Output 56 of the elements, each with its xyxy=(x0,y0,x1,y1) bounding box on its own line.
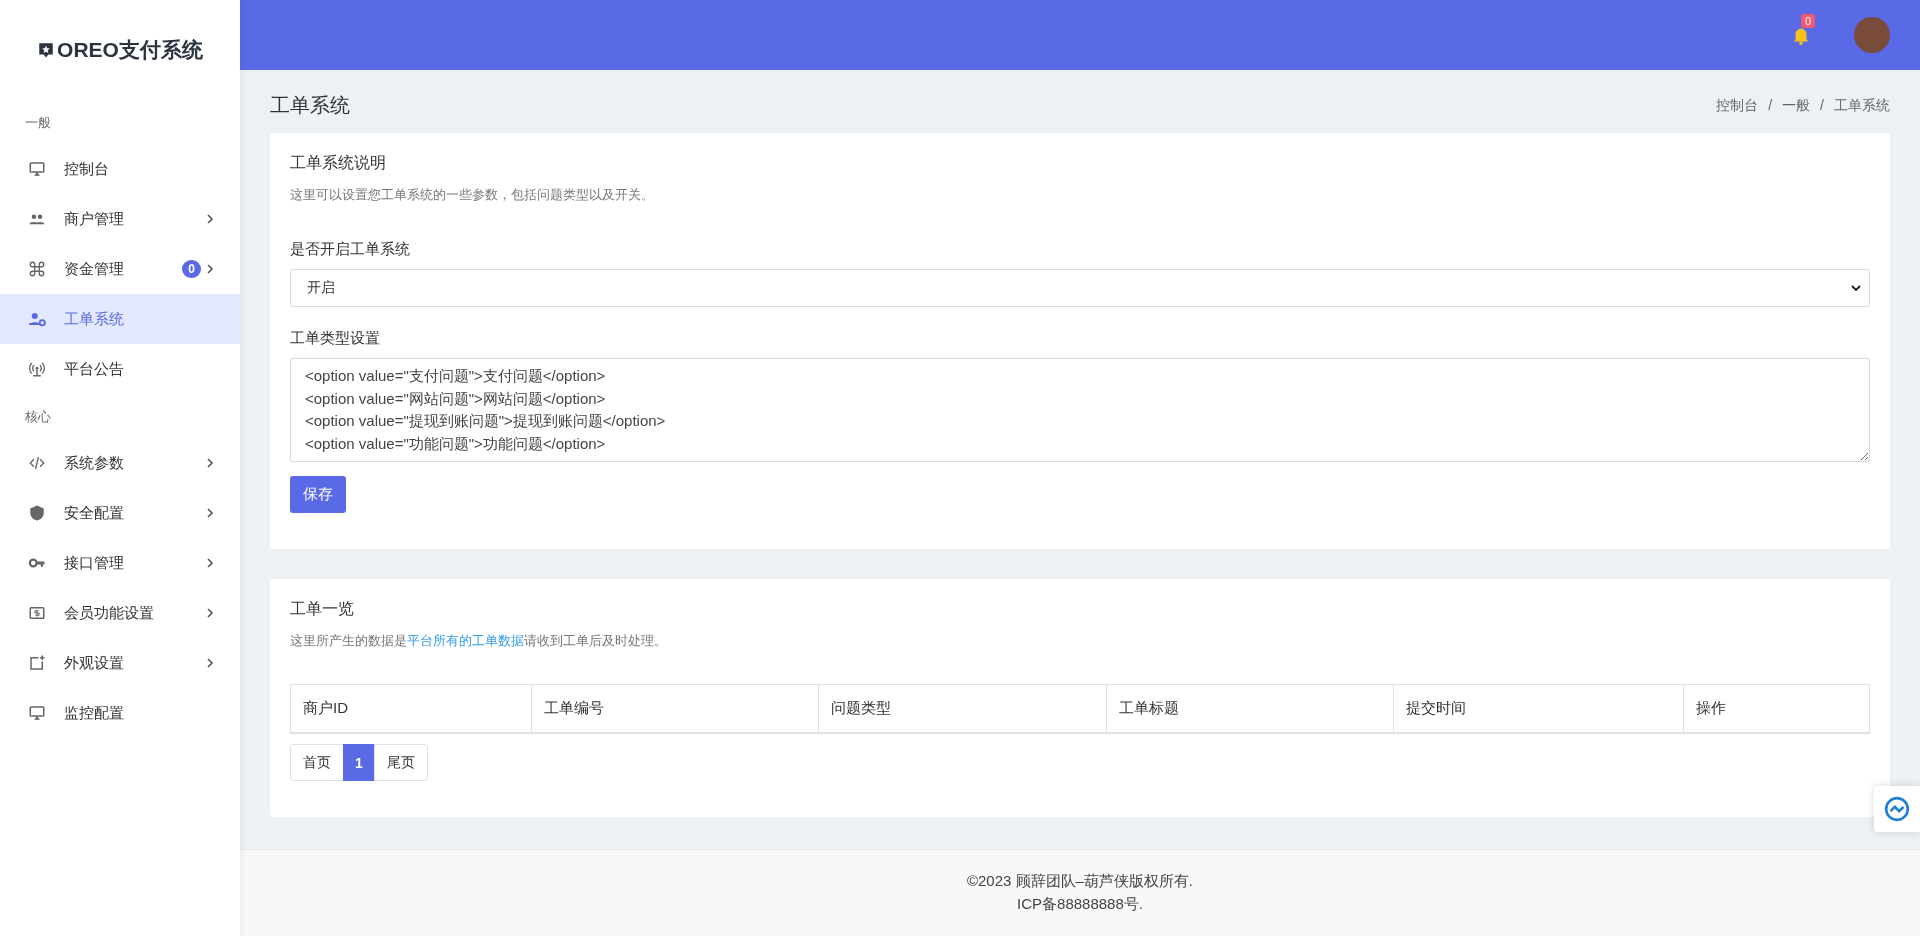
menu-icon xyxy=(28,160,46,178)
sidebar-item[interactable]: 安全配置 xyxy=(0,488,240,538)
menu-icon xyxy=(28,504,46,522)
card-title: 工单系统说明 xyxy=(290,153,387,173)
logo-icon xyxy=(37,41,56,59)
menu-icon xyxy=(28,604,46,622)
copyright-text: ©2023 顾辞团队–葫芦侠版权所有. xyxy=(966,872,1194,891)
logo-text: OREO支付系统 xyxy=(57,37,203,63)
card-description: 这里所产生的数据是平台所有的工单数据请收到工单后及时处理。 xyxy=(290,632,668,650)
menu-icon xyxy=(28,654,46,672)
menu-icon xyxy=(28,704,46,722)
breadcrumb-separator: / xyxy=(1820,96,1824,115)
sidebar-item[interactable]: 工单系统 xyxy=(0,294,240,344)
sidebar-item[interactable]: 监控配置 xyxy=(0,688,240,738)
breadcrumb-item[interactable]: 一般 xyxy=(1782,96,1811,115)
page-button[interactable]: 1 xyxy=(343,744,375,781)
sidebar-item[interactable]: 接口管理 xyxy=(0,538,240,588)
breadcrumb-separator: / xyxy=(1768,96,1773,115)
sidebar-item[interactable]: 商户管理 xyxy=(0,194,240,244)
sidebar-section-label: 核心 xyxy=(24,408,52,426)
avatar[interactable] xyxy=(1854,17,1890,53)
menu-icon xyxy=(28,260,46,278)
floating-widget[interactable] xyxy=(1874,786,1920,832)
page-button[interactable]: 尾页 xyxy=(373,744,428,781)
sidebar-item[interactable]: 外观设置 xyxy=(0,638,240,688)
card-description: 这里可以设置您工单系统的一些参数，包括问题类型以及开关。 xyxy=(290,186,655,204)
icp-text: ICP备88888888号. xyxy=(1017,895,1143,914)
sidebar-section-label: 一般 xyxy=(24,114,52,132)
sidebar-item[interactable]: 会员功能设置 xyxy=(0,588,240,638)
card-title: 工单一览 xyxy=(290,599,355,619)
column-header: 操作 xyxy=(1682,685,1869,732)
sidebar-item[interactable]: 资金管理 0 xyxy=(0,244,240,294)
caret-icon xyxy=(1851,283,1861,293)
field-label: 工单类型设置 xyxy=(290,329,381,348)
types-textarea[interactable]: <option value="支付问题">支付问题</option> <option value="网站问题">网站问题</option> <option value="提现到账问题">提现到账问题</option> <option value="功能问题">功能问题</option> xyxy=(290,358,1870,462)
swirl-icon xyxy=(1884,796,1910,822)
sidebar-item[interactable]: 平台公告 xyxy=(0,344,240,394)
sidebar-item[interactable]: 控制台 xyxy=(0,144,240,194)
column-header: 工单编号 xyxy=(531,685,819,732)
column-header: 工单标题 xyxy=(1105,685,1393,732)
breadcrumb-item[interactable]: 工单系统 xyxy=(1834,96,1890,115)
page-button[interactable]: 首页 xyxy=(290,744,344,781)
column-header: 提交时间 xyxy=(1392,685,1683,732)
count-badge: 0 xyxy=(182,260,201,278)
menu-icon xyxy=(28,360,46,378)
field-label: 是否开启工单系统 xyxy=(290,240,411,259)
save-button[interactable]: 保存 xyxy=(290,476,346,513)
menu-icon xyxy=(28,454,46,472)
column-header: 问题类型 xyxy=(818,685,1106,732)
breadcrumb-item[interactable]: 控制台 xyxy=(1716,96,1759,115)
enable-select[interactable]: 开启 xyxy=(290,269,1870,307)
column-header: 商户ID xyxy=(302,698,349,718)
menu-icon xyxy=(28,310,46,328)
sidebar-item[interactable]: 系统参数 xyxy=(0,438,240,488)
notification-badge: 0 xyxy=(1801,14,1816,28)
page-title: 工单系统 xyxy=(270,93,350,118)
